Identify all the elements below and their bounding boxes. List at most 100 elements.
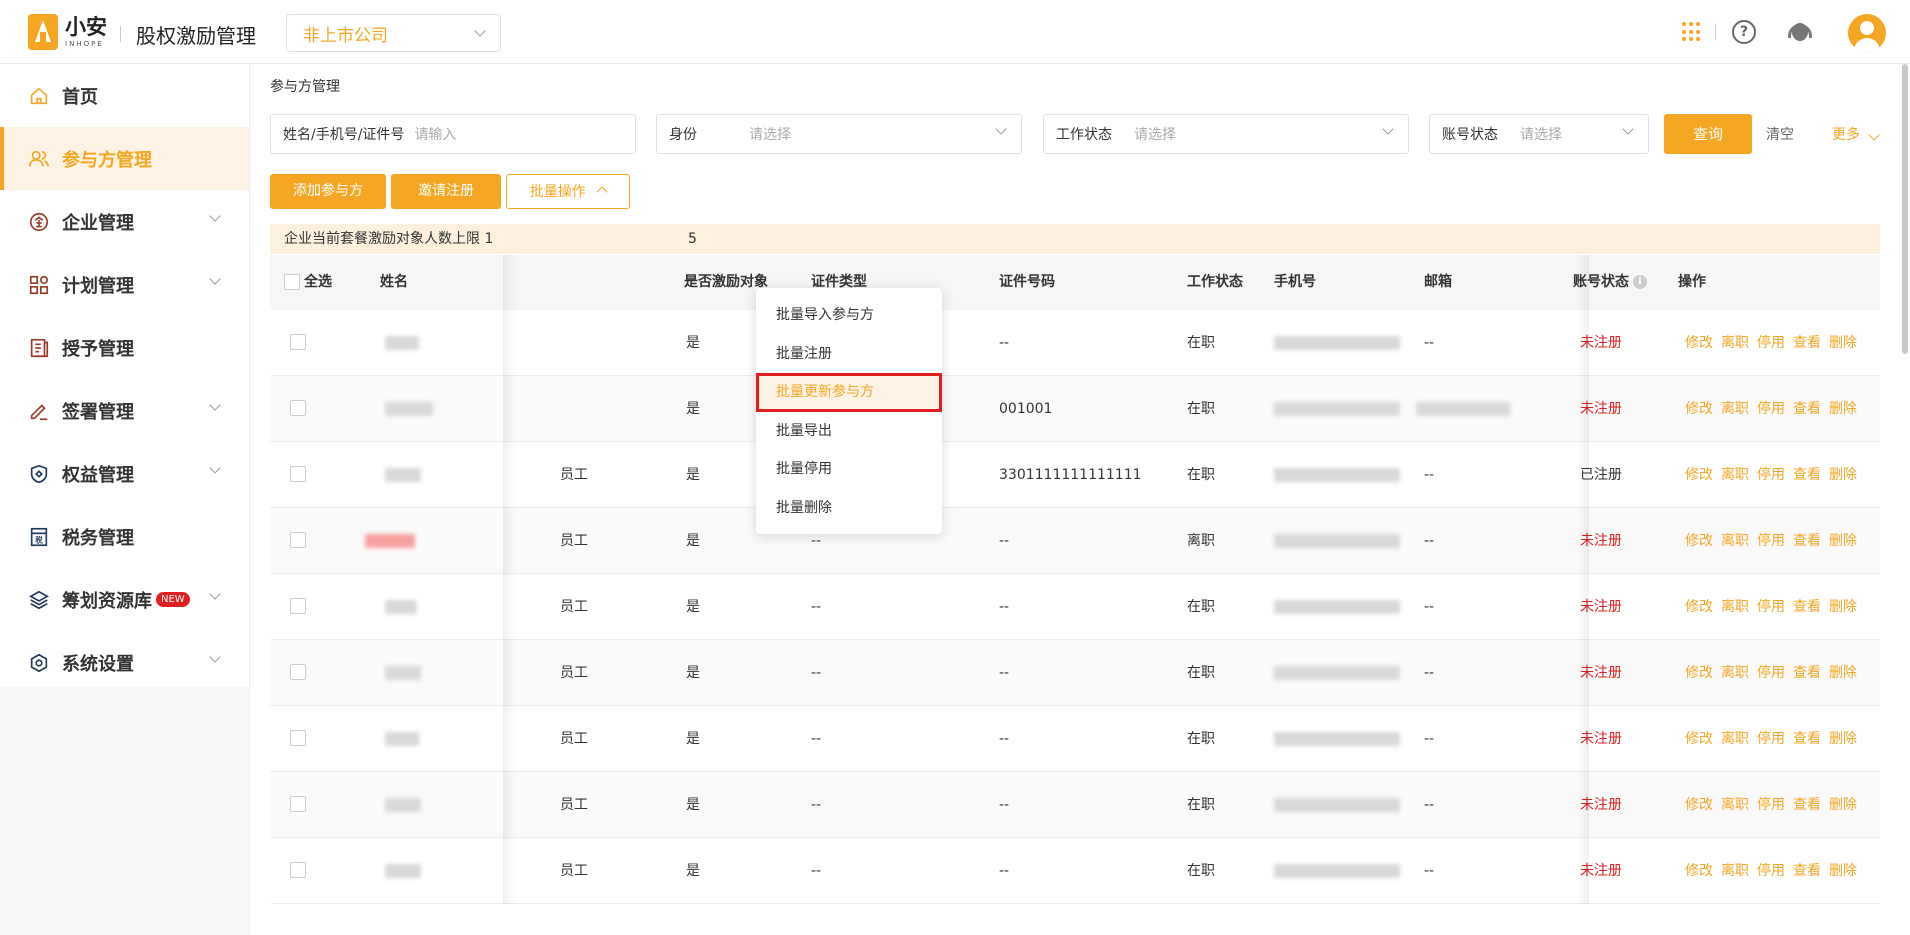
action-delete[interactable]: 删除 xyxy=(1829,508,1857,574)
sidebar-item-plan[interactable]: 计划管理 xyxy=(0,253,249,316)
sidebar-item-tax[interactable]: 税 税务管理 xyxy=(0,505,249,568)
action-disable[interactable]: 停用 xyxy=(1757,310,1785,376)
action-disable[interactable]: 停用 xyxy=(1757,640,1785,706)
action-delete[interactable]: 删除 xyxy=(1829,442,1857,508)
menu-item-batch-disable[interactable]: 批量停用 xyxy=(756,450,942,489)
customer-service-icon[interactable] xyxy=(1787,20,1813,46)
action-edit[interactable]: 修改 xyxy=(1685,706,1713,772)
action-disable[interactable]: 停用 xyxy=(1757,838,1785,904)
cell-id-number: 3301111111111111 xyxy=(999,467,1142,483)
row-checkbox[interactable] xyxy=(290,400,306,416)
app-logo[interactable]: 小安 INHOPE xyxy=(28,14,107,50)
menu-item-batch-import[interactable]: 批量导入参与方 xyxy=(756,296,942,335)
action-view[interactable]: 查看 xyxy=(1793,508,1821,574)
filter-label: 身份 xyxy=(669,127,697,143)
cell-work-status: 离职 xyxy=(1187,533,1215,549)
row-checkbox[interactable] xyxy=(290,532,306,548)
action-view[interactable]: 查看 xyxy=(1793,838,1821,904)
action-edit[interactable]: 修改 xyxy=(1685,574,1713,640)
menu-item-batch-register[interactable]: 批量注册 xyxy=(756,335,942,374)
cell-email: -- xyxy=(1424,335,1435,351)
th-email: 邮箱 xyxy=(1424,274,1452,290)
sidebar-item-equity[interactable]: 权益管理 xyxy=(0,442,249,505)
query-button[interactable]: 查询 xyxy=(1664,114,1752,154)
select-all-checkbox[interactable] xyxy=(284,274,300,290)
action-resign[interactable]: 离职 xyxy=(1721,838,1749,904)
row-checkbox[interactable] xyxy=(290,334,306,350)
action-edit[interactable]: 修改 xyxy=(1685,838,1713,904)
action-view[interactable]: 查看 xyxy=(1793,772,1821,838)
sidebar-item-grant[interactable]: 授予管理 xyxy=(0,316,249,379)
action-view[interactable]: 查看 xyxy=(1793,442,1821,508)
action-view[interactable]: 查看 xyxy=(1793,706,1821,772)
account-status-select[interactable]: 账号状态 请选择 xyxy=(1429,114,1649,154)
action-delete[interactable]: 删除 xyxy=(1829,772,1857,838)
more-filters-toggle[interactable]: 更多 xyxy=(1832,124,1881,144)
menu-item-batch-update[interactable]: 批量更新参与方 xyxy=(756,373,942,412)
action-delete[interactable]: 删除 xyxy=(1829,640,1857,706)
sidebar-item-settings[interactable]: 系统设置 xyxy=(0,631,249,694)
page-scrollbar[interactable] xyxy=(1900,64,1910,354)
action-delete[interactable]: 删除 xyxy=(1829,706,1857,772)
sidebar-item-resources[interactable]: 筹划资源库 NEW xyxy=(0,568,249,631)
action-edit[interactable]: 修改 xyxy=(1685,772,1713,838)
batch-operation-button[interactable]: 批量操作 xyxy=(506,174,630,209)
help-icon[interactable]: ? xyxy=(1732,20,1756,44)
action-resign[interactable]: 离职 xyxy=(1721,442,1749,508)
action-view[interactable]: 查看 xyxy=(1793,310,1821,376)
action-delete[interactable]: 删除 xyxy=(1829,310,1857,376)
action-disable[interactable]: 停用 xyxy=(1757,442,1785,508)
sidebar-item-participants[interactable]: 参与方管理 xyxy=(0,127,249,190)
scrollbar-thumb[interactable] xyxy=(1902,64,1908,354)
cell-work-status: 在职 xyxy=(1187,467,1215,483)
company-type-select[interactable]: 非上市公司 xyxy=(286,14,501,52)
action-edit[interactable]: 修改 xyxy=(1685,508,1713,574)
row-checkbox[interactable] xyxy=(290,730,306,746)
name-search-input[interactable]: 姓名/手机号/证件号 请输入 xyxy=(270,114,636,154)
sidebar-item-signing[interactable]: 签署管理 xyxy=(0,379,249,442)
menu-item-batch-export[interactable]: 批量导出 xyxy=(756,412,942,451)
invite-register-button[interactable]: 邀请注册 xyxy=(391,174,501,209)
action-view[interactable]: 查看 xyxy=(1793,640,1821,706)
action-edit[interactable]: 修改 xyxy=(1685,376,1713,442)
action-resign[interactable]: 离职 xyxy=(1721,376,1749,442)
user-avatar[interactable] xyxy=(1848,14,1886,52)
quota-notice-bar: 企业当前套餐激励对象人数上限 1 5 xyxy=(270,224,1880,254)
sidebar-item-enterprise[interactable]: 企业管理 xyxy=(0,190,249,253)
action-disable[interactable]: 停用 xyxy=(1757,706,1785,772)
work-status-select[interactable]: 工作状态 请选择 xyxy=(1043,114,1409,154)
action-disable[interactable]: 停用 xyxy=(1757,376,1785,442)
action-view[interactable]: 查看 xyxy=(1793,376,1821,442)
action-edit[interactable]: 修改 xyxy=(1685,640,1713,706)
row-checkbox[interactable] xyxy=(290,862,306,878)
action-resign[interactable]: 离职 xyxy=(1721,706,1749,772)
row-checkbox[interactable] xyxy=(290,466,306,482)
menu-item-batch-delete[interactable]: 批量删除 xyxy=(756,489,942,528)
row-checkbox[interactable] xyxy=(290,796,306,812)
row-checkbox[interactable] xyxy=(290,598,306,614)
action-resign[interactable]: 离职 xyxy=(1721,772,1749,838)
add-participant-button[interactable]: 添加参与方 xyxy=(270,174,386,209)
sidebar: 首页 参与方管理 企业管理 计划管理 授予管理 签署管理 权益管理 税 税务管理… xyxy=(0,64,250,935)
identity-select[interactable]: 身份 请选择 xyxy=(656,114,1022,154)
action-resign[interactable]: 离职 xyxy=(1721,310,1749,376)
row-checkbox[interactable] xyxy=(290,664,306,680)
sidebar-item-label: 企业管理 xyxy=(62,212,134,234)
sidebar-item-home[interactable]: 首页 xyxy=(0,64,249,127)
action-edit[interactable]: 修改 xyxy=(1685,310,1713,376)
action-delete[interactable]: 删除 xyxy=(1829,838,1857,904)
action-delete[interactable]: 删除 xyxy=(1829,376,1857,442)
clear-button[interactable]: 清空 xyxy=(1766,124,1794,144)
action-delete[interactable]: 删除 xyxy=(1829,574,1857,640)
action-resign[interactable]: 离职 xyxy=(1721,640,1749,706)
action-disable[interactable]: 停用 xyxy=(1757,574,1785,640)
action-resign[interactable]: 离职 xyxy=(1721,508,1749,574)
action-view[interactable]: 查看 xyxy=(1793,574,1821,640)
apps-grid-icon[interactable] xyxy=(1682,22,1702,42)
action-disable[interactable]: 停用 xyxy=(1757,508,1785,574)
action-edit[interactable]: 修改 xyxy=(1685,442,1713,508)
action-resign[interactable]: 离职 xyxy=(1721,574,1749,640)
info-icon[interactable]: i xyxy=(1633,275,1647,289)
chevron-down-icon xyxy=(1868,129,1881,141)
action-disable[interactable]: 停用 xyxy=(1757,772,1785,838)
